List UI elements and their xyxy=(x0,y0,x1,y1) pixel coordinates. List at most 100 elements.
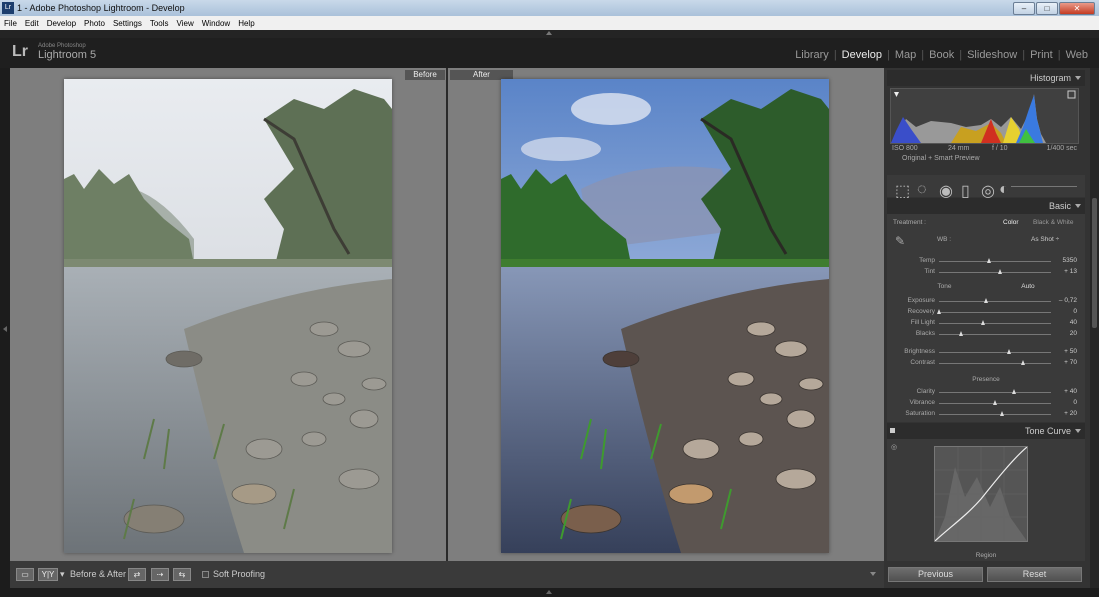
tint-label: Tint xyxy=(924,268,935,275)
minimize-button[interactable]: – xyxy=(1013,1,1035,15)
identity-plate: Lr Adobe Photoshop Lightroom 5 Library |… xyxy=(0,38,1099,68)
copy-before-to-after-button[interactable]: ⇄ xyxy=(128,568,146,581)
blacks-value[interactable]: 20 xyxy=(1049,330,1077,337)
menu-view[interactable]: View xyxy=(173,19,198,28)
treatment-label: Treatment : xyxy=(893,219,926,226)
clarity-slider-track[interactable] xyxy=(939,392,1051,393)
brightness-slider-thumb[interactable] xyxy=(1007,349,1012,354)
crop-icon[interactable]: ⬚ xyxy=(895,181,910,200)
contrast-slider-thumb[interactable] xyxy=(1020,360,1025,365)
recovery-slider-thumb[interactable] xyxy=(936,309,941,314)
contrast-slider-track[interactable] xyxy=(939,363,1051,364)
after-photo[interactable] xyxy=(501,79,829,553)
module-develop[interactable]: Develop xyxy=(837,49,887,61)
menu-window[interactable]: Window xyxy=(198,19,234,28)
wb-preset-select[interactable]: As Shot ÷ xyxy=(1031,236,1059,243)
module-map[interactable]: Map xyxy=(890,49,921,61)
clarity-slider-row: Clarity + 40 xyxy=(887,387,1085,398)
vibrance-slider-thumb[interactable] xyxy=(992,400,997,405)
exposure-value[interactable]: – 0,72 xyxy=(1049,297,1077,304)
tone-curve-header[interactable]: Tone Curve xyxy=(887,423,1085,439)
tool-strip: ⬚ ◌ ◉ ▯ ◎ ◐ xyxy=(887,175,1085,200)
saturation-slider-track[interactable] xyxy=(939,414,1051,415)
loupe-view-button[interactable]: ▭ xyxy=(16,568,34,581)
temp-slider-thumb[interactable] xyxy=(986,258,991,263)
tint-slider-thumb[interactable] xyxy=(998,269,1003,274)
red-eye-icon[interactable]: ◉ xyxy=(939,181,953,200)
menu-develop[interactable]: Develop xyxy=(43,19,80,28)
saturation-value[interactable]: + 20 xyxy=(1049,410,1077,417)
previous-button[interactable]: Previous xyxy=(888,567,983,582)
product-label: Lightroom 5 xyxy=(38,49,97,61)
module-library[interactable]: Library xyxy=(790,49,834,61)
treatment-color-option[interactable]: Color xyxy=(1003,219,1019,226)
iso-value: ISO 800 xyxy=(892,145,918,152)
fill-light-value[interactable]: 40 xyxy=(1049,319,1077,326)
before-photo[interactable] xyxy=(64,79,392,553)
white-balance-eyedropper-icon[interactable]: ✎ xyxy=(895,234,905,248)
before-after-label: Before & After : xyxy=(70,569,132,579)
right-panel: Histogram ISO 800 24 mm f / 10 1/400 sec… xyxy=(884,68,1090,588)
maximize-button[interactable]: □ xyxy=(1036,1,1058,15)
basic-header[interactable]: Basic xyxy=(887,198,1085,214)
histogram-image xyxy=(891,90,1076,143)
soft-proofing-checkbox[interactable] xyxy=(202,571,209,578)
clarity-slider-thumb[interactable] xyxy=(1011,389,1016,394)
before-after-mode-button[interactable]: Y|Y xyxy=(38,568,58,581)
temp-slider-track[interactable] xyxy=(939,261,1051,262)
menu-edit[interactable]: Edit xyxy=(21,19,43,28)
module-slideshow[interactable]: Slideshow xyxy=(962,49,1022,61)
copy-after-to-before-button[interactable]: ⇢ xyxy=(151,568,169,581)
clarity-value[interactable]: + 40 xyxy=(1049,388,1077,395)
menu-help[interactable]: Help xyxy=(234,19,258,28)
before-photo-image xyxy=(64,79,392,553)
target-adjust-icon[interactable]: ◎ xyxy=(891,443,897,451)
brightness-slider-track[interactable] xyxy=(939,352,1051,353)
brightness-value[interactable]: + 50 xyxy=(1049,348,1077,355)
close-button[interactable]: ✕ xyxy=(1059,1,1095,15)
top-panel-toggle[interactable] xyxy=(0,30,1099,38)
recovery-slider-track[interactable] xyxy=(939,312,1051,313)
treatment-bw-option[interactable]: Black & White xyxy=(1033,219,1073,226)
module-web[interactable]: Web xyxy=(1061,49,1093,61)
panel-toggle-icon[interactable] xyxy=(890,428,895,433)
blacks-slider-thumb[interactable] xyxy=(958,331,963,336)
swap-before-after-button[interactable]: ⇆ xyxy=(173,568,191,581)
fill-light-slider-track[interactable] xyxy=(939,323,1051,324)
menu-settings[interactable]: Settings xyxy=(109,19,146,28)
recovery-value[interactable]: 0 xyxy=(1049,308,1077,315)
exposure-slider-track[interactable] xyxy=(939,301,1051,302)
blacks-slider-track[interactable] xyxy=(939,334,1051,335)
menu-tools[interactable]: Tools xyxy=(146,19,173,28)
temp-value[interactable]: 5350 xyxy=(1049,257,1077,264)
brightness-slider-row: Brightness + 50 xyxy=(887,347,1085,358)
filmstrip-toggle[interactable] xyxy=(0,588,1099,597)
left-panel-toggle[interactable] xyxy=(0,68,10,588)
spot-removal-icon[interactable]: ◌ xyxy=(917,181,927,198)
menu-file[interactable]: File xyxy=(0,19,21,28)
expand-left-icon xyxy=(3,326,7,332)
saturation-slider-thumb[interactable] xyxy=(1000,411,1005,416)
histogram-header[interactable]: Histogram xyxy=(887,70,1085,86)
reset-button[interactable]: Reset xyxy=(987,567,1082,582)
radial-filter-icon[interactable]: ◎ xyxy=(981,181,995,200)
tone-curve-title: Tone Curve xyxy=(1024,426,1071,436)
chevron-down-icon[interactable]: ▾ xyxy=(60,569,65,580)
contrast-value[interactable]: + 70 xyxy=(1049,359,1077,366)
tone-curve-graph[interactable] xyxy=(934,446,1028,542)
module-print[interactable]: Print xyxy=(1025,49,1058,61)
exposure-slider-thumb[interactable] xyxy=(983,298,988,303)
menu-photo[interactable]: Photo xyxy=(80,19,109,28)
brush-size-slider[interactable] xyxy=(1011,186,1077,187)
graduated-filter-icon[interactable]: ▯ xyxy=(961,181,971,200)
tint-value[interactable]: + 13 xyxy=(1049,268,1077,275)
vibrance-value[interactable]: 0 xyxy=(1049,399,1077,406)
tint-slider-track[interactable] xyxy=(939,272,1051,273)
module-book[interactable]: Book xyxy=(924,49,959,61)
fill-light-slider-thumb[interactable] xyxy=(981,320,986,325)
toolbar-menu-icon[interactable] xyxy=(870,572,876,576)
scrollbar-thumb[interactable] xyxy=(1092,198,1097,328)
adjustment-brush-icon[interactable]: ◐ xyxy=(999,181,1009,198)
auto-tone-button[interactable]: Auto xyxy=(1021,283,1034,290)
right-panel-scrollbar[interactable] xyxy=(1090,68,1099,588)
